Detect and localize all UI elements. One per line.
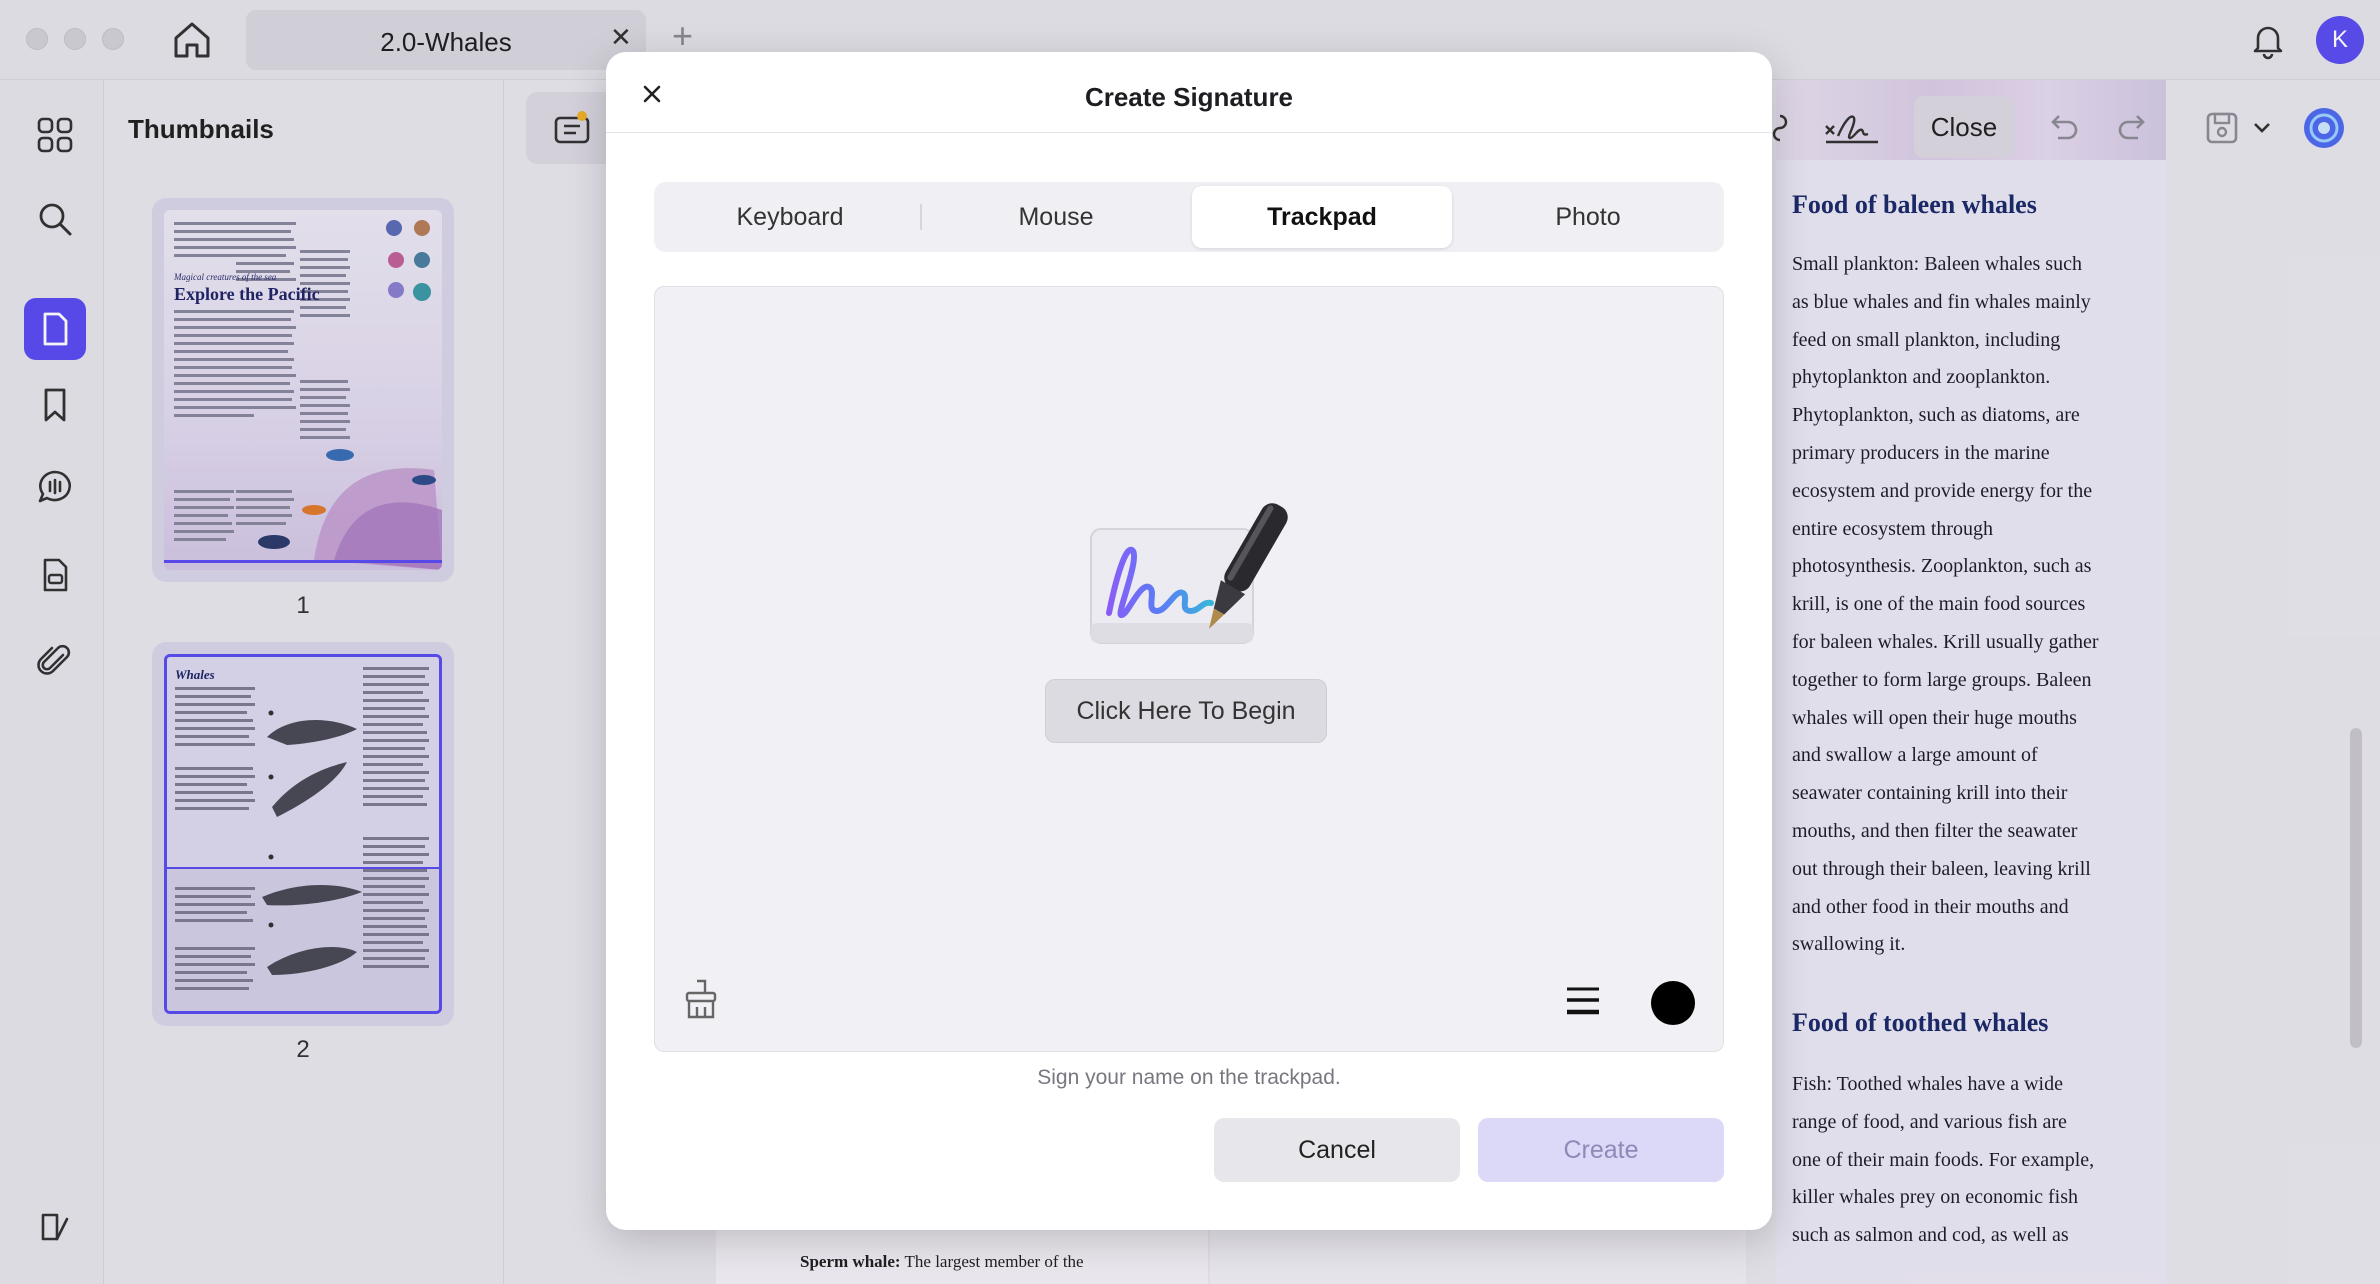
signature-method-tabs: Keyboard Mouse Trackpad Photo xyxy=(654,182,1724,252)
clear-signature-icon[interactable] xyxy=(681,977,721,1021)
stroke-width-icon[interactable] xyxy=(1565,983,1601,1019)
signature-hint-text: Sign your name on the trackpad. xyxy=(1037,1066,1341,1089)
tab-separator xyxy=(920,204,922,230)
cancel-button[interactable]: Cancel xyxy=(1214,1118,1460,1182)
dialog-title: Create Signature xyxy=(1084,82,1294,112)
tab-mouse[interactable]: Mouse xyxy=(926,186,1186,248)
create-signature-dialog: Create Signature Keyboard Mouse Trackpad… xyxy=(606,52,1772,1230)
click-to-begin-button[interactable]: Click Here To Begin xyxy=(1045,679,1327,743)
tab-trackpad[interactable]: Trackpad xyxy=(1192,186,1452,248)
create-button[interactable]: Create xyxy=(1478,1118,1724,1182)
pen-color-picker[interactable] xyxy=(1651,981,1695,1025)
tab-photo[interactable]: Photo xyxy=(1458,186,1718,248)
signature-pen-icon xyxy=(1090,503,1288,644)
tab-keyboard[interactable]: Keyboard xyxy=(660,186,920,248)
signature-drawing-area[interactable]: Click Here To Begin xyxy=(654,286,1724,1052)
dialog-divider xyxy=(606,132,1772,133)
